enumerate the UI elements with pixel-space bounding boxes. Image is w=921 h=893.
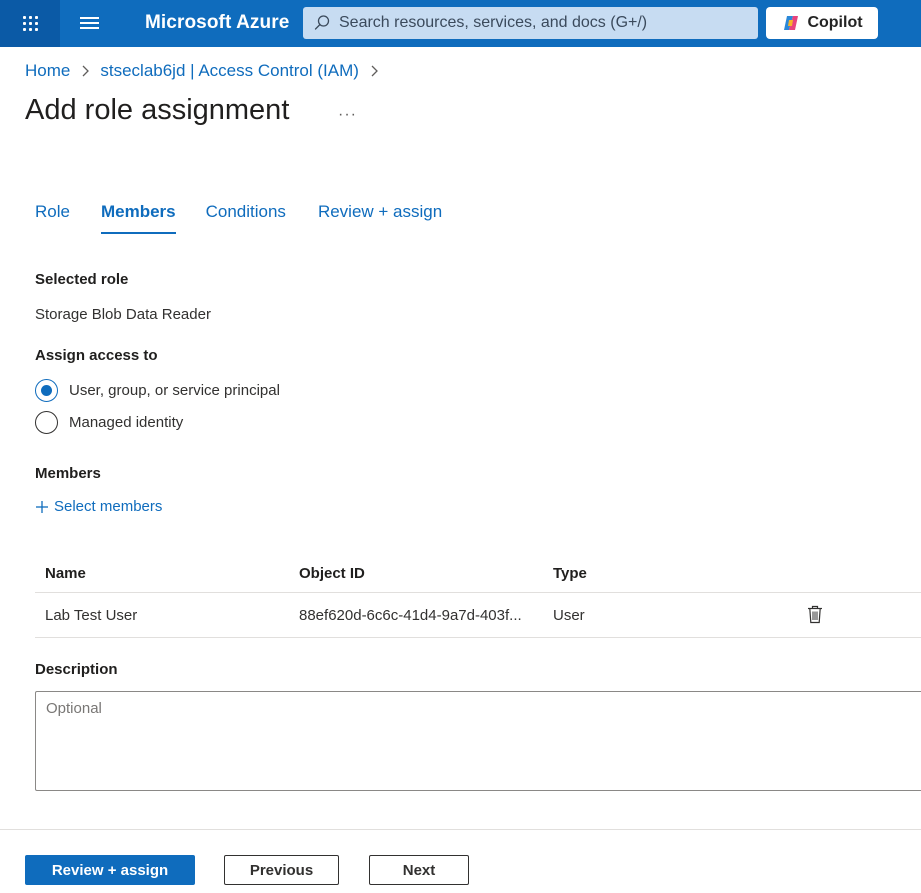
wizard-tabs: Role Members Conditions Review + assign xyxy=(35,202,442,234)
portal-menu-button[interactable] xyxy=(0,0,60,47)
radio-user-group-sp[interactable]: User, group, or service principal xyxy=(35,379,280,402)
waffle-icon xyxy=(22,16,38,31)
member-object-id: 88ef620d-6c6c-41d4-9a7d-403f... xyxy=(299,607,522,624)
breadcrumb-iam[interactable]: stseclab6jd | Access Control (IAM) xyxy=(100,61,359,81)
copilot-icon xyxy=(784,16,799,30)
select-members-label: Select members xyxy=(54,498,163,515)
column-header-name[interactable]: Name xyxy=(45,565,86,582)
breadcrumb-home[interactable]: Home xyxy=(25,61,70,81)
copilot-button[interactable]: Copilot xyxy=(766,7,878,39)
search-icon xyxy=(314,15,330,30)
select-members-link[interactable]: Select members xyxy=(35,498,162,515)
radio-label: Managed identity xyxy=(69,414,184,431)
chevron-right-icon xyxy=(371,65,378,77)
next-button[interactable]: Next xyxy=(369,855,469,885)
column-header-type[interactable]: Type xyxy=(553,565,587,582)
breadcrumb: Home stseclab6jd | Access Control (IAM) xyxy=(25,61,389,81)
previous-button[interactable]: Previous xyxy=(224,855,339,885)
assign-access-label: Assign access to xyxy=(35,347,158,364)
tab-role[interactable]: Role xyxy=(35,202,70,234)
trash-icon[interactable] xyxy=(807,605,823,624)
search-input[interactable] xyxy=(339,7,749,39)
description-input[interactable] xyxy=(35,691,921,791)
radio-button-checked[interactable] xyxy=(35,379,58,402)
tab-conditions[interactable]: Conditions xyxy=(206,202,286,234)
chevron-right-icon xyxy=(82,65,90,77)
member-type: User xyxy=(553,607,585,624)
members-label: Members xyxy=(35,465,101,482)
members-table: Name Object ID Type Lab Test User 88ef62… xyxy=(35,555,921,638)
top-bar: Microsoft Azure Copilot xyxy=(0,0,921,47)
tab-members[interactable]: Members xyxy=(100,202,176,234)
more-options-icon[interactable]: ··· xyxy=(338,106,357,124)
selected-role-label: Selected role xyxy=(35,271,129,288)
plus-icon xyxy=(36,500,48,513)
member-name: Lab Test User xyxy=(45,607,138,624)
footer-divider xyxy=(0,829,921,830)
hamburger-icon[interactable] xyxy=(80,15,99,31)
radio-label: User, group, or service principal xyxy=(69,382,280,399)
tab-review-assign[interactable]: Review + assign xyxy=(318,202,442,234)
review-assign-button[interactable]: Review + assign xyxy=(25,855,195,885)
description-label: Description xyxy=(35,661,118,678)
page-title: Add role assignment xyxy=(25,94,290,126)
table-header: Name Object ID Type xyxy=(35,555,921,593)
selected-role-value: Storage Blob Data Reader xyxy=(35,306,211,323)
radio-managed-identity[interactable]: Managed identity xyxy=(35,411,183,434)
copilot-label: Copilot xyxy=(807,14,863,31)
global-search[interactable] xyxy=(303,7,758,39)
column-header-object-id[interactable]: Object ID xyxy=(299,565,365,582)
table-row: Lab Test User 88ef620d-6c6c-41d4-9a7d-40… xyxy=(35,593,921,638)
radio-button[interactable] xyxy=(35,411,58,434)
brand-title[interactable]: Microsoft Azure xyxy=(145,12,289,34)
